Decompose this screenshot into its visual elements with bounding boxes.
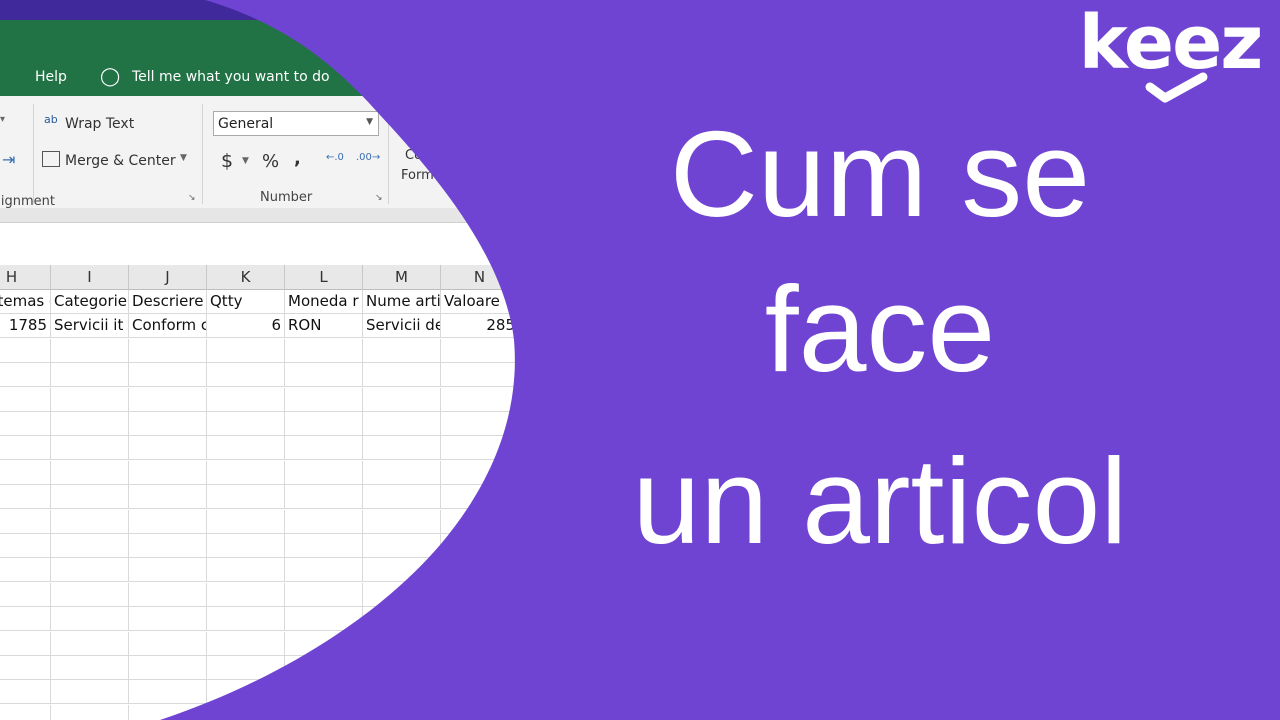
headline-line-2: face xyxy=(764,261,996,397)
svg-text:keez: keez xyxy=(1079,0,1262,86)
headline-line-3: un articol xyxy=(632,433,1128,569)
keez-logo: keez xyxy=(1079,0,1263,103)
headline-line-1: Cum se xyxy=(669,106,1091,242)
